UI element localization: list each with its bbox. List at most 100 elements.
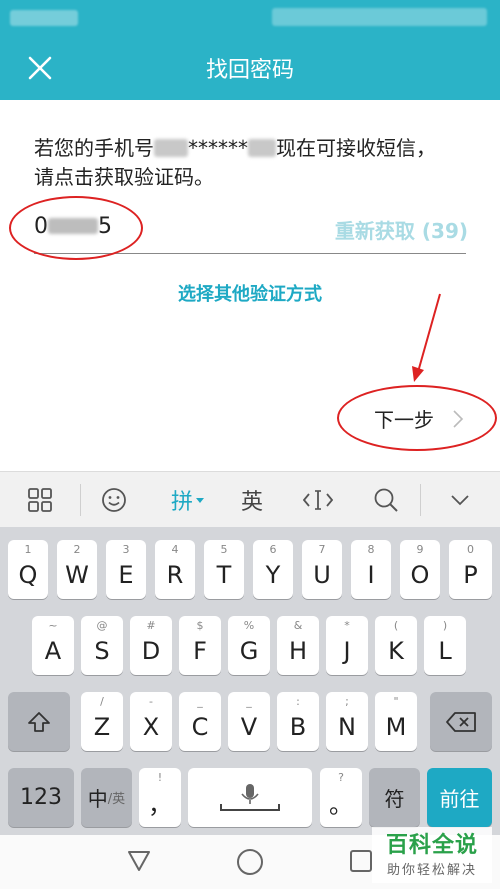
key-label: P xyxy=(463,560,478,589)
key-label: F xyxy=(193,636,207,665)
status-bar-right xyxy=(272,8,487,26)
annotation-ellipse-code xyxy=(9,196,143,260)
status-bar-left xyxy=(10,10,78,26)
language-sub-label: /英 xyxy=(107,792,126,807)
key-hint: & xyxy=(293,619,303,632)
key-z[interactable]: / Z xyxy=(81,692,123,751)
key-v[interactable]: _ V xyxy=(228,692,270,751)
key-hint: 7 xyxy=(318,543,326,556)
annotation-arrow-icon xyxy=(412,293,441,382)
masked-phone: ****** xyxy=(188,136,248,160)
key-label: R xyxy=(166,560,184,589)
key-label: T xyxy=(216,560,232,589)
pinyin-label: 拼 xyxy=(170,490,193,515)
key-label: Z xyxy=(93,712,111,741)
key-label: G xyxy=(239,636,259,665)
key-label: O xyxy=(410,560,430,589)
key-s[interactable]: @ S xyxy=(81,616,123,675)
watermark-title: 百科全说 xyxy=(385,833,478,858)
english-mode-button[interactable]: 英 xyxy=(232,472,272,528)
backspace-key[interactable] xyxy=(430,692,492,751)
key-hint: 8 xyxy=(367,543,375,556)
symbols-key[interactable]: 符 xyxy=(369,768,420,827)
key-p[interactable]: 0P xyxy=(449,540,492,599)
key-hint: ~ xyxy=(48,619,58,632)
emoji-button[interactable] xyxy=(94,472,134,528)
numbers-key[interactable]: 123 xyxy=(8,768,74,827)
key-label: C xyxy=(191,712,209,741)
key-label: W xyxy=(65,560,89,589)
key-r[interactable]: 4R xyxy=(155,540,195,599)
key-label: M xyxy=(385,712,407,741)
resend-code-button[interactable]: 重新获取 (39) xyxy=(335,215,468,244)
key-hint: % xyxy=(243,619,255,632)
key-d[interactable]: # D xyxy=(130,616,172,675)
key-x[interactable]: -X xyxy=(130,692,172,751)
keyboard-grid-button[interactable] xyxy=(20,472,60,528)
key-k[interactable]: (K xyxy=(375,616,417,675)
recent-apps-icon[interactable] xyxy=(350,850,372,872)
key-label: E xyxy=(118,560,134,589)
key-i[interactable]: 8I xyxy=(351,540,391,599)
key-a[interactable]: ~ A xyxy=(32,616,74,675)
key-c[interactable]: _ C xyxy=(179,692,221,751)
key-n[interactable]: ; N xyxy=(326,692,368,751)
key-hint: * xyxy=(344,619,350,632)
key-hint: 4 xyxy=(171,543,179,556)
key-hint: @ xyxy=(96,619,108,632)
cursor-move-button[interactable] xyxy=(298,472,338,528)
key-hint: # xyxy=(146,619,156,632)
key-b[interactable]: :B xyxy=(277,692,319,751)
toolbar-divider xyxy=(420,484,421,516)
key-label: D xyxy=(141,636,161,665)
next-step-label: 下一步 xyxy=(374,408,434,432)
home-circle-icon[interactable] xyxy=(237,849,263,875)
back-triangle-icon[interactable] xyxy=(127,849,151,873)
key-l[interactable]: ) L xyxy=(424,616,466,675)
hide-keyboard-button[interactable] xyxy=(440,472,480,528)
key-w[interactable]: 2W xyxy=(57,540,97,599)
key-h[interactable]: & H xyxy=(277,616,319,675)
comma-key[interactable]: !， xyxy=(139,768,181,827)
key-hint: 3 xyxy=(122,543,130,556)
period-key[interactable]: ?。 xyxy=(320,768,362,827)
key-label: Y xyxy=(265,560,281,589)
key-hint: : xyxy=(296,695,300,708)
pinyin-mode-button[interactable]: 拼 xyxy=(162,472,214,528)
key-label: H xyxy=(288,636,308,665)
key-e[interactable]: 3E xyxy=(106,540,146,599)
key-label: A xyxy=(44,636,62,665)
key-m[interactable]: " M xyxy=(375,692,417,751)
key-hint: - xyxy=(149,695,153,708)
key-f[interactable]: $ F xyxy=(179,616,221,675)
shift-key[interactable] xyxy=(8,692,70,751)
key-hint: ; xyxy=(345,695,349,708)
shift-icon xyxy=(28,711,50,732)
key-hint: ( xyxy=(393,619,399,632)
key-t[interactable]: 5T xyxy=(204,540,244,599)
watermark-subtitle: 助你轻松解决 xyxy=(386,863,477,878)
key-label: ， xyxy=(148,791,172,819)
verification-prompt: 若您的手机号 ****** 现在可接收短信，请点击获取验证码。 xyxy=(34,134,454,192)
key-hint: " xyxy=(393,695,399,708)
key-label: V xyxy=(240,712,258,741)
keyboard: 1Q 2W 3E 4R 5T 6Y 7U 8I 9O 0P ~ A @ S # D $… xyxy=(0,527,500,835)
search-button[interactable] xyxy=(366,472,406,528)
key-label: U xyxy=(313,560,331,589)
space-key[interactable] xyxy=(188,768,312,827)
next-step-button[interactable]: 下一步 xyxy=(374,404,464,433)
search-icon xyxy=(374,488,398,512)
go-key[interactable]: 前往 xyxy=(427,768,492,827)
key-o[interactable]: 9O xyxy=(400,540,440,599)
key-label: J xyxy=(343,636,351,665)
key-j[interactable]: * J xyxy=(326,616,368,675)
dropdown-caret-icon xyxy=(196,498,204,503)
microphone-icon xyxy=(220,783,280,811)
page-title: 找回密码 xyxy=(205,58,294,83)
key-u[interactable]: 7U xyxy=(302,540,342,599)
key-q[interactable]: 1Q xyxy=(8,540,48,599)
key-y[interactable]: 6Y xyxy=(253,540,293,599)
language-switch-key[interactable]: 中/英 xyxy=(81,768,132,827)
cursor-icon xyxy=(303,490,333,510)
key-g[interactable]: % G xyxy=(228,616,270,675)
